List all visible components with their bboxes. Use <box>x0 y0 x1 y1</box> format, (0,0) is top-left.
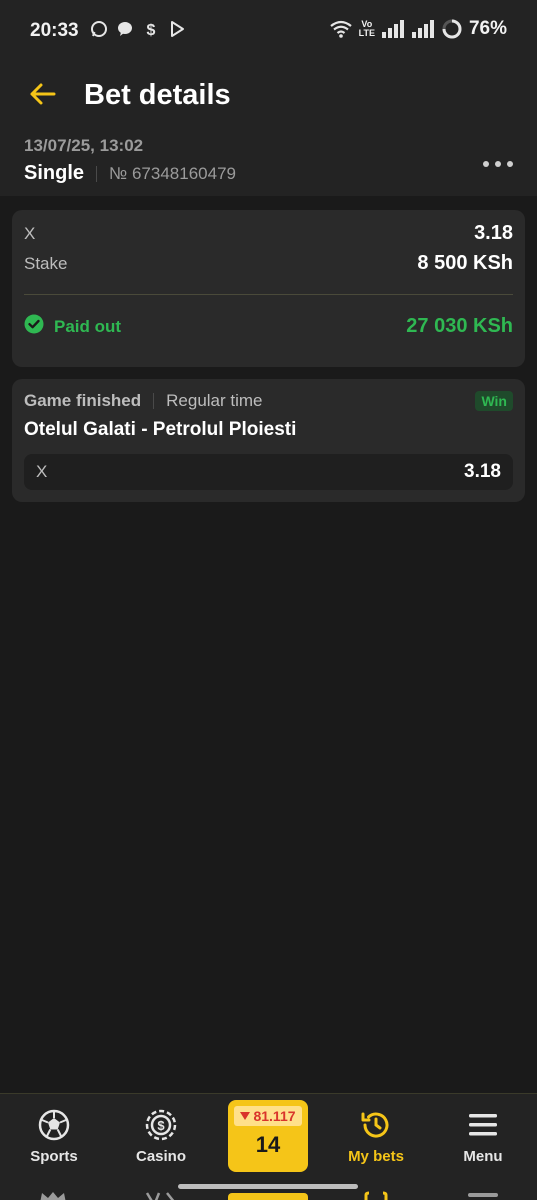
stake-label: Stake <box>24 253 68 273</box>
bet-type-row: Single № 67348160479 <box>24 162 236 185</box>
selection-odds: 3.18 <box>464 461 501 482</box>
signal-icon-2 <box>411 20 435 38</box>
chat-bubble-icon <box>116 20 134 38</box>
bet-slip-coupon[interactable]: 81.117 14 <box>228 1100 308 1172</box>
history-icon <box>359 1108 393 1142</box>
nav-label-menu: Menu <box>463 1148 503 1165</box>
svg-text:$: $ <box>147 22 156 38</box>
coupon-odds-value: 81.117 <box>253 1108 296 1124</box>
paid-out-amount: 27 030 KSh <box>406 315 513 337</box>
bet-date: 13/07/25, 13:02 <box>24 136 144 155</box>
paid-out-label: Paid out <box>54 316 122 336</box>
nav-label-casino: Casino <box>135 1148 186 1165</box>
arrow-left-icon <box>28 82 56 111</box>
status-right: Vo LTE 76% <box>329 18 507 40</box>
yellow-block-icon <box>228 1193 308 1200</box>
soccer-ball-icon <box>37 1108 71 1142</box>
divider <box>96 165 98 182</box>
bet-summary-card: X 3.18 Stake 8 500 KSh Paid out 27 030 K… <box>12 210 525 367</box>
bet-info: 13/07/25, 13:02 Single № 67348160479 <box>0 130 537 196</box>
paid-out-row: Paid out 27 030 KSh <box>24 314 513 339</box>
wifi-icon <box>329 20 353 38</box>
nav-item-casino[interactable]: $ Casino <box>116 1108 206 1165</box>
nav-item-sports[interactable]: Sports <box>9 1108 99 1165</box>
status-bar: 20:33 $ Vo LTE 76% <box>0 0 537 62</box>
selection-box: X 3.18 <box>24 454 513 490</box>
back-button[interactable] <box>22 76 62 116</box>
nav-item-my-bets[interactable]: My bets <box>331 1108 421 1165</box>
svg-text:$: $ <box>157 1118 165 1133</box>
nav-item-menu[interactable]: Menu <box>438 1108 528 1165</box>
summary-divider <box>24 294 513 295</box>
braces-icon <box>360 1190 392 1200</box>
check-circle-icon <box>24 314 44 339</box>
event-status-row: Game finished Regular time <box>24 391 263 411</box>
crown-icon <box>38 1190 68 1200</box>
header: Bet details <box>0 62 537 130</box>
outcome-odds: 3.18 <box>474 222 513 244</box>
bet-number: № 67348160479 <box>109 163 236 183</box>
list-icon <box>468 1193 498 1197</box>
stake-row: Stake 8 500 KSh <box>24 252 513 275</box>
outcome-label: X <box>24 223 36 243</box>
menu-icon <box>466 1108 500 1142</box>
money-icon <box>145 1190 177 1200</box>
nav-label-my-bets: My bets <box>348 1148 404 1165</box>
signal-icon <box>381 20 405 38</box>
triangle-down-icon <box>240 1107 251 1125</box>
divider <box>153 393 155 409</box>
battery-ring-icon <box>441 18 463 40</box>
more-options-button[interactable] <box>483 154 513 174</box>
battery-percentage: 76% <box>468 18 507 39</box>
dollar-app-icon: $ <box>142 20 160 38</box>
game-period: Regular time <box>166 391 263 410</box>
casino-chip-icon: $ <box>144 1108 178 1142</box>
page-title: Bet details <box>84 79 231 111</box>
notification-icons: $ <box>90 20 186 38</box>
win-badge: Win <box>475 391 513 411</box>
outcome-row: X 3.18 <box>24 222 513 245</box>
coupon-odds: 81.117 <box>234 1106 302 1126</box>
bet-type: Single <box>24 162 85 184</box>
match-name: Otelul Galati - Petrolul Ploiesti <box>24 419 297 440</box>
game-status: Game finished <box>24 391 142 410</box>
whatsapp-icon <box>90 20 108 38</box>
event-card[interactable]: Game finished Regular time Win Otelul Ga… <box>12 379 525 502</box>
selection-label: X <box>36 462 48 481</box>
more-dots-icon <box>483 161 489 167</box>
lte-indicator: Vo LTE <box>358 19 375 38</box>
play-store-icon <box>168 20 186 38</box>
gesture-bar[interactable] <box>178 1184 358 1189</box>
coupon-count: 14 <box>255 1132 281 1157</box>
status-time: 20:33 <box>30 20 79 41</box>
nav-label-sports: Sports <box>30 1148 78 1165</box>
stake-value: 8 500 KSh <box>417 252 513 274</box>
